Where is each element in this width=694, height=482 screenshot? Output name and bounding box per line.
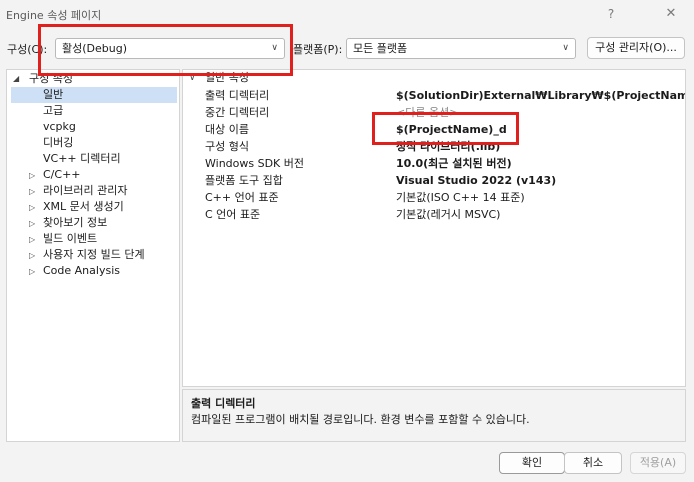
expand-arrow-icon[interactable]: ◢ <box>13 74 19 83</box>
property-value: Visual Studio 2022 (v143) <box>396 174 557 187</box>
chevron-down-icon: ∨ <box>562 43 569 53</box>
property-name: 출력 디렉터리 <box>205 89 270 102</box>
property-tree: ◢ 구성 속성 일반 고급 vcpkg 디버깅 VC++ 디렉터리 ▷ C/C+… <box>6 69 180 442</box>
tree-item-build-events[interactable]: 빌드 이벤트 <box>43 231 97 247</box>
close-icon[interactable]: ✕ <box>660 4 682 24</box>
property-name: 대상 이름 <box>205 123 249 136</box>
property-name: 중간 디렉터리 <box>205 106 270 119</box>
help-icon[interactable]: ? <box>600 4 622 24</box>
highlight-annotation <box>38 24 293 76</box>
property-name: C++ 언어 표준 <box>205 191 279 204</box>
property-name: C 언어 표준 <box>205 208 261 221</box>
table-row[interactable]: 플랫폼 도구 집합 Visual Studio 2022 (v143) <box>183 172 685 189</box>
property-value: 기본값(레거시 MSVC) <box>396 208 501 221</box>
tree-item-xml-doc-generator[interactable]: XML 문서 생성기 <box>43 199 124 215</box>
collapsed-arrow-icon[interactable]: ▷ <box>29 267 35 276</box>
apply-button[interactable]: 적용(A) <box>630 452 686 474</box>
tree-item-vc-directories[interactable]: VC++ 디렉터리 <box>43 151 121 167</box>
table-row[interactable]: 출력 디렉터리 $(SolutionDir)External₩Library₩$… <box>183 87 686 104</box>
platform-value: 모든 플랫폼 <box>353 42 408 55</box>
configuration-manager-button[interactable]: 구성 관리자(O)... <box>587 37 685 59</box>
property-value: $(SolutionDir)External₩Library₩$(Project… <box>396 89 686 102</box>
tree-item-browse-info[interactable]: 찾아보기 정보 <box>43 215 107 231</box>
platform-label: 플랫폼(P): <box>293 43 343 56</box>
cancel-button[interactable]: 취소 <box>564 452 622 474</box>
tree-item-general[interactable]: 일반 <box>11 87 177 103</box>
ok-button[interactable]: 확인 <box>499 452 565 474</box>
description-text: 컴파일된 프로그램이 배치될 경로입니다. 환경 변수를 포함할 수 있습니다. <box>191 413 530 426</box>
property-value: 기본값(ISO C++ 14 표준) <box>396 191 525 204</box>
collapsed-arrow-icon[interactable]: ▷ <box>29 187 35 196</box>
window-title: Engine 속성 페이지 <box>6 9 102 22</box>
collapsed-arrow-icon[interactable]: ▷ <box>29 203 35 212</box>
tree-item-c-cpp[interactable]: C/C++ <box>43 167 81 183</box>
tree-item-custom-build-step[interactable]: 사용자 지정 빌드 단계 <box>43 247 145 263</box>
collapsed-arrow-icon[interactable]: ▷ <box>29 219 35 228</box>
property-name: 구성 형식 <box>205 140 249 153</box>
property-name: Windows SDK 버전 <box>205 157 305 170</box>
tree-item-debugging[interactable]: 디버깅 <box>43 135 73 151</box>
tree-item-librarian[interactable]: 라이브러리 관리자 <box>43 183 127 199</box>
description-pane: 출력 디렉터리 컴파일된 프로그램이 배치될 경로입니다. 환경 변수를 포함할… <box>182 389 686 442</box>
table-row[interactable]: C 언어 표준 기본값(레거시 MSVC) <box>183 206 685 223</box>
highlight-annotation <box>372 112 519 145</box>
collapsed-arrow-icon[interactable]: ▷ <box>29 251 35 260</box>
property-name: 플랫폼 도구 집합 <box>205 174 283 187</box>
tree-item-vcpkg[interactable]: vcpkg <box>43 119 76 135</box>
tree-item-code-analysis[interactable]: Code Analysis <box>43 263 120 279</box>
collapsed-arrow-icon[interactable]: ▷ <box>29 235 35 244</box>
property-value: 10.0(최근 설치된 버전) <box>396 157 512 170</box>
tree-item-advanced[interactable]: 고급 <box>43 103 63 119</box>
collapsed-arrow-icon[interactable]: ▷ <box>29 171 35 180</box>
table-row[interactable]: Windows SDK 버전 10.0(최근 설치된 버전) <box>183 155 685 172</box>
platform-select[interactable]: 모든 플랫폼 ∨ <box>346 38 576 59</box>
table-row[interactable]: C++ 언어 표준 기본값(ISO C++ 14 표준) <box>183 189 685 206</box>
description-title: 출력 디렉터리 <box>191 397 256 410</box>
